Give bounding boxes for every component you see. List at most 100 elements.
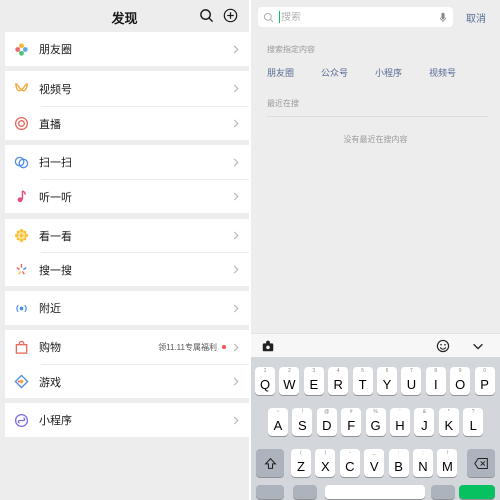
key-label: V xyxy=(369,458,379,474)
top-stories-icon xyxy=(13,228,29,244)
backspace-icon xyxy=(473,457,488,469)
chevron-down-icon[interactable] xyxy=(471,339,485,353)
key-x[interactable]: ) X xyxy=(315,449,336,477)
search-bar[interactable] xyxy=(258,7,453,27)
chevron-right-icon xyxy=(233,192,239,201)
key-d[interactable]: @ D xyxy=(316,408,337,436)
shopping-icon xyxy=(13,339,29,355)
key-label: C xyxy=(345,458,355,474)
key-z[interactable]: (Z xyxy=(291,449,311,477)
search-key[interactable] xyxy=(459,485,495,499)
key-secondary-label: ~ xyxy=(276,409,280,415)
menu-item-scan[interactable]: 扫一扫 xyxy=(5,145,249,179)
key-b[interactable]: :B xyxy=(388,449,409,477)
emoji-icon[interactable] xyxy=(436,339,450,353)
key-f[interactable]: # F xyxy=(341,408,362,436)
chevron-right-icon xyxy=(233,119,239,128)
key-p[interactable]: 0P xyxy=(474,367,495,395)
search-input[interactable] xyxy=(281,11,411,23)
key-q[interactable]: 1Q xyxy=(255,367,275,395)
key-label: O xyxy=(455,376,466,392)
key-label: T xyxy=(358,376,367,392)
key-secondary-label: 5 xyxy=(361,368,364,374)
search-icon[interactable] xyxy=(199,8,214,23)
scan-icon xyxy=(13,154,29,170)
category-official-accounts[interactable]: 公众号 xyxy=(321,66,348,79)
backspace-key[interactable] xyxy=(467,449,495,477)
search-scope-hint: 搜索指定内容 xyxy=(267,45,315,54)
discover-list: 朋友圈 视频号 直播 扫一扫 听一听 看一看 搜一搜 附近 购物 领11.11专… xyxy=(5,32,249,437)
space-key[interactable] xyxy=(325,485,425,499)
cancel-button[interactable]: 取消 xyxy=(466,10,486,25)
key-v[interactable]: _ V xyxy=(364,449,385,477)
key-m[interactable]: / M xyxy=(437,449,458,477)
key-i[interactable]: 8I xyxy=(425,367,446,395)
chevron-right-icon xyxy=(233,158,239,166)
recent-searches-heading: 最近在搜 xyxy=(267,99,299,108)
key-y[interactable]: 6Y xyxy=(377,367,397,395)
key-secondary-label: & xyxy=(422,409,427,415)
key-label: J xyxy=(421,417,428,433)
key-u[interactable]: 7U xyxy=(401,367,422,395)
moments-icon xyxy=(13,41,29,57)
menu-item-games[interactable]: 游戏 xyxy=(5,365,249,398)
key-w[interactable]: 2W xyxy=(279,367,300,395)
menu-item-nearby[interactable]: 附近 xyxy=(5,291,249,325)
key-h[interactable]: ' H xyxy=(390,408,410,436)
text-cursor xyxy=(279,11,280,23)
menu-item-label: 听一听 xyxy=(39,191,72,204)
menu-item-top-stories[interactable]: 看一看 xyxy=(5,219,249,252)
category-mini-programs[interactable]: 小程序 xyxy=(375,66,402,79)
category-channels[interactable]: 视频号 xyxy=(429,66,456,79)
menu-item-mini-programs[interactable]: 小程序 xyxy=(5,403,249,437)
channels-icon xyxy=(13,81,29,97)
menu-item-listen[interactable]: 听一听 xyxy=(5,180,249,213)
microphone-icon[interactable] xyxy=(439,12,447,23)
key-label: S xyxy=(298,417,307,433)
key-label: H xyxy=(395,417,405,433)
language-key[interactable] xyxy=(431,485,455,499)
key-l[interactable]: ? L xyxy=(463,408,484,436)
menu-item-label: 附近 xyxy=(39,303,61,315)
key-secondary-label: * xyxy=(447,409,450,415)
key-s[interactable]: ! S xyxy=(292,408,313,436)
key-c[interactable]: -C xyxy=(339,449,360,477)
key-secondary-label: # xyxy=(349,409,353,415)
emoji-key[interactable] xyxy=(293,485,317,499)
key-secondary-label: ? xyxy=(471,409,475,415)
key-e[interactable]: 3E xyxy=(303,367,324,395)
key-label: E xyxy=(309,376,319,392)
search-panel: 取消 搜索指定内容 朋友圈 公众号 小程序 视频号 最近在搜 没有最近在搜内容 … xyxy=(251,0,500,500)
key-r[interactable]: 4R xyxy=(328,367,349,395)
add-icon[interactable] xyxy=(223,8,238,23)
category-moments[interactable]: 朋友圈 xyxy=(267,66,294,79)
key-n[interactable]: ; N xyxy=(413,449,433,477)
menu-item-live[interactable]: 直播 xyxy=(5,107,249,140)
key-a[interactable]: ~ A xyxy=(268,408,288,436)
search-categories: 朋友圈 公众号 小程序 视频号 xyxy=(267,66,487,79)
key-label: U xyxy=(406,376,417,392)
key-secondary-label: ' xyxy=(399,409,401,415)
symbols-key[interactable] xyxy=(256,485,284,499)
menu-item-moments[interactable]: 朋友圈 xyxy=(5,32,249,66)
menu-item-label: 游戏 xyxy=(39,376,61,389)
menu-item-search[interactable]: 搜一搜 xyxy=(5,253,249,286)
key-j[interactable]: & J xyxy=(414,408,435,436)
chevron-right-icon xyxy=(233,377,239,386)
key-k[interactable]: * K xyxy=(438,408,459,436)
key-label: P xyxy=(480,376,489,392)
key-secondary-label: ) xyxy=(324,450,327,456)
empty-recent-text: 没有最近在搜内容 xyxy=(343,135,408,144)
key-label: Q xyxy=(259,376,271,392)
menu-item-shopping[interactable]: 购物 领11.11专属福利 xyxy=(5,330,249,364)
discover-header: 发现 xyxy=(0,0,249,32)
listen-icon xyxy=(13,189,29,205)
search-discover-icon xyxy=(13,262,29,278)
key-secondary-label: @ xyxy=(324,409,330,415)
key-t[interactable]: 5T xyxy=(352,367,373,395)
keyboard-tool-icon[interactable] xyxy=(261,339,275,353)
key-o[interactable]: 9O xyxy=(450,367,471,395)
menu-item-channels[interactable]: 视频号 xyxy=(5,71,249,106)
key-g[interactable]: % G xyxy=(365,408,386,436)
shift-key[interactable] xyxy=(256,449,284,477)
